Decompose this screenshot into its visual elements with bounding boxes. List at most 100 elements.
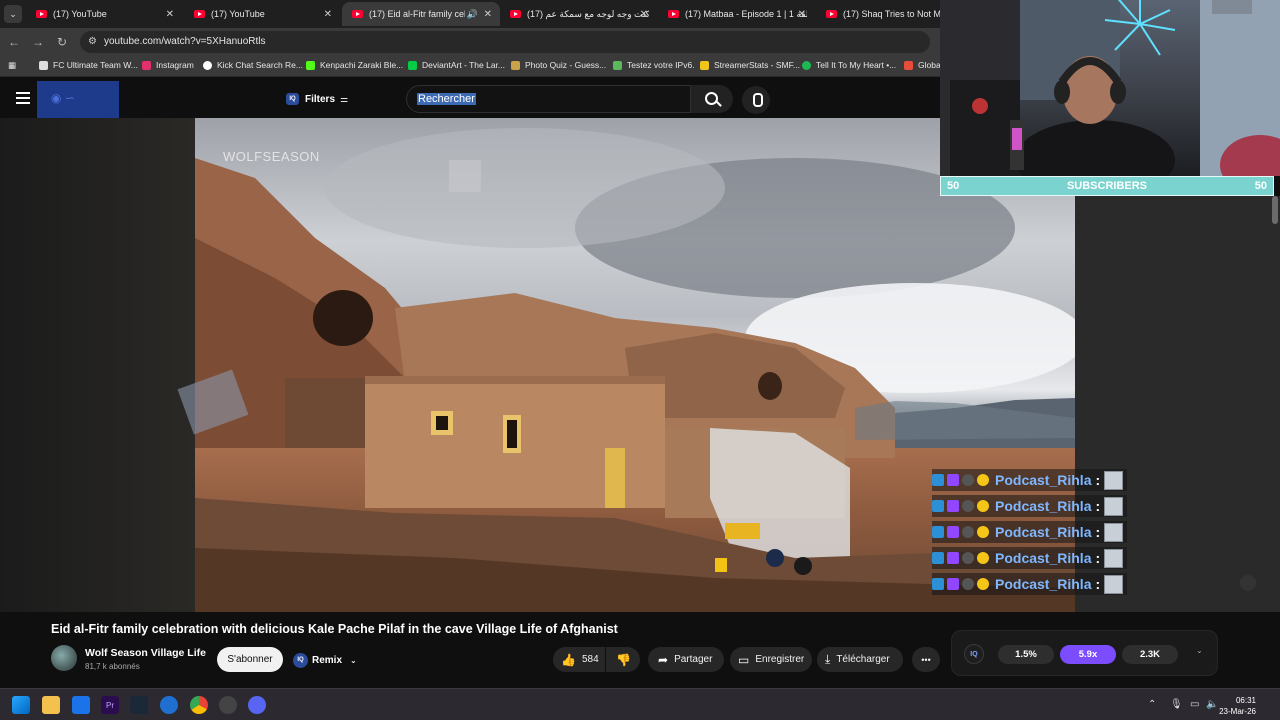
chevron-up-icon[interactable]: ⌃: [1148, 699, 1156, 710]
premiere-icon[interactable]: Pr: [101, 696, 119, 714]
system-clock[interactable]: 06:31 23-Mar-26: [1219, 695, 1256, 717]
video-title: Eid al-Fitr family celebration with deli…: [51, 622, 618, 636]
chat-emote-icon: [1104, 574, 1124, 594]
bookmark-item[interactable]: Testez votre IPv6.: [613, 60, 695, 70]
browser-tab[interactable]: (17) Matbaa - Episode 1 | 1 حلقة ✕: [658, 2, 814, 26]
iq-extension-icon: IQ: [286, 93, 299, 105]
site-info-icon[interactable]: ⚙: [88, 36, 98, 48]
search-icon[interactable]: [691, 85, 733, 113]
subs-right-count: 50: [1254, 180, 1267, 192]
chat-username: Podcast_Rihla: [995, 524, 1092, 540]
search-input[interactable]: Rechercher: [406, 85, 691, 113]
close-tab-icon[interactable]: ✕: [324, 9, 332, 20]
youtube-favicon-icon: [668, 10, 679, 18]
windows-taskbar: Pr ⌃ 🎙 ▭ 🔈 06:31 23-Mar-26: [0, 688, 1280, 720]
mic-icon[interactable]: [742, 86, 770, 114]
sub-badge-icon: [947, 500, 959, 512]
steam-icon[interactable]: [130, 696, 148, 714]
bookmark-item[interactable]: Tell It To My Heart •...: [802, 60, 896, 70]
stat-engagement[interactable]: 1.5%: [998, 645, 1054, 664]
download-button[interactable]: ⤓ Télécharger: [817, 647, 903, 672]
bits-badge-icon: [977, 500, 989, 512]
volume-icon[interactable]: 🔈: [1206, 699, 1218, 710]
apps-grid-icon[interactable]: ▦: [8, 60, 16, 71]
forward-arrow-icon[interactable]: →: [30, 34, 46, 50]
bookmark-favicon-icon: [904, 60, 913, 70]
mic-tray-icon[interactable]: 🎙: [1170, 699, 1183, 710]
windows-start-icon[interactable]: [12, 696, 30, 714]
outlook-icon[interactable]: [72, 696, 90, 714]
stat-views[interactable]: 2.3K: [1122, 645, 1178, 664]
subscriber-goal-bar: 50 SUBSCRIBERS 50: [940, 176, 1274, 196]
close-tab-icon[interactable]: ✕: [484, 9, 492, 20]
menu-icon[interactable]: [16, 92, 30, 104]
browser-tab[interactable]: (17) كنت وجه لوجه مع سمكة عم ✕: [500, 2, 656, 26]
app-icon[interactable]: [160, 696, 178, 714]
discord-icon[interactable]: [248, 696, 266, 714]
file-explorer-icon[interactable]: [42, 696, 60, 714]
bits-badge-icon: [977, 552, 989, 564]
browser-tab-active[interactable]: (17) Eid al-Fitr family celebr 🔊 ✕: [342, 2, 500, 26]
bookmark-item[interactable]: Kenpachi Zaraki Ble...: [306, 60, 403, 70]
chat-username: Podcast_Rihla: [995, 472, 1092, 488]
youtube-header: ◉ ∽ IQ Filters ⚌ Rechercher: [0, 80, 940, 118]
page-scrollbar[interactable]: [1272, 196, 1278, 224]
bookmark-favicon-icon: [613, 60, 622, 70]
avatar[interactable]: [51, 645, 77, 671]
address-bar[interactable]: ⚙ youtube.com/watch?v=5XHanuoRtls: [80, 31, 930, 53]
more-actions-button[interactable]: •••: [912, 647, 940, 672]
bookmark-item[interactable]: Kick Chat Search Re...: [203, 60, 303, 70]
save-icon: ▭: [738, 652, 750, 667]
chat-separator: :: [1095, 524, 1101, 540]
channel-name[interactable]: Wolf Season Village Life: [85, 647, 206, 659]
tab-search-button[interactable]: ⌄: [4, 5, 22, 23]
url-text: youtube.com/watch?v=5XHanuoRtls: [104, 36, 266, 47]
bookmark-item[interactable]: Globa: [904, 60, 941, 70]
subscribe-button[interactable]: S'abonner: [217, 647, 283, 672]
close-tab-icon[interactable]: ✕: [640, 9, 648, 20]
iq-extension-icon: IQ: [293, 652, 308, 668]
bookmark-item[interactable]: FC Ultimate Team W...: [39, 60, 138, 70]
close-tab-icon[interactable]: ✕: [798, 9, 806, 20]
bookmark-item[interactable]: StreamerStats - SMF...: [700, 60, 800, 70]
obs-icon[interactable]: [219, 696, 237, 714]
badge-icon: [932, 500, 944, 512]
chat-separator: :: [1095, 576, 1101, 592]
close-tab-icon[interactable]: ✕: [166, 9, 174, 20]
reload-icon[interactable]: ↻: [54, 34, 70, 50]
chat-emote-icon: [1104, 548, 1124, 568]
like-button[interactable]: 👍 584: [553, 647, 605, 672]
save-button[interactable]: ▭ Enregistrer: [730, 647, 812, 672]
share-button[interactable]: ➦ Partager: [648, 647, 724, 672]
sliders-icon: ⚌: [340, 93, 349, 104]
network-icon[interactable]: ▭: [1190, 699, 1199, 710]
iq-stats-panel: IQ 1.5% 5.9x 2.3K ⌄: [951, 630, 1218, 676]
bookmark-item[interactable]: DeviantArt - The Lar...: [408, 60, 505, 70]
spotify-icon: [802, 60, 811, 70]
bookmark-favicon-icon: [511, 60, 520, 70]
dislike-icon: 👎: [616, 652, 631, 667]
back-arrow-icon[interactable]: ←: [6, 34, 22, 50]
bookmark-item[interactable]: Photo Quiz - Guess...: [511, 60, 606, 70]
browser-tab[interactable]: (17) YouTube ✕: [184, 2, 340, 26]
remix-button[interactable]: IQ Remix ⌄: [293, 650, 357, 670]
chevron-down-icon[interactable]: ⌄: [1196, 646, 1203, 655]
browser-tab[interactable]: (17) Shaq Tries to Not Make: [816, 2, 940, 26]
filters-button[interactable]: IQ Filters ⚌: [286, 89, 348, 109]
youtube-favicon-icon: [510, 10, 521, 18]
chrome-icon[interactable]: [190, 696, 208, 714]
clock-date: 23-Mar-26: [1219, 707, 1256, 716]
dislike-button[interactable]: 👎: [606, 647, 640, 672]
kick-icon: [306, 60, 315, 70]
bookmarks-bar: ▦ FC Ultimate Team W... Instagram Kick C…: [0, 56, 941, 77]
filters-label: Filters: [305, 93, 336, 105]
youtube-favicon-icon: [826, 10, 837, 18]
browser-tab[interactable]: (17) YouTube ✕: [26, 2, 182, 26]
subs-label: SUBSCRIBERS: [1066, 180, 1148, 192]
audio-playing-icon[interactable]: 🔊: [467, 9, 478, 20]
share-icon: ➦: [658, 652, 669, 667]
bookmark-item[interactable]: Instagram: [142, 60, 194, 70]
chat-message: Podcast_Rihla :: [932, 469, 1128, 491]
chat-message: Podcast_Rihla :: [932, 495, 1128, 517]
stat-multiplier[interactable]: 5.9x: [1060, 645, 1116, 664]
